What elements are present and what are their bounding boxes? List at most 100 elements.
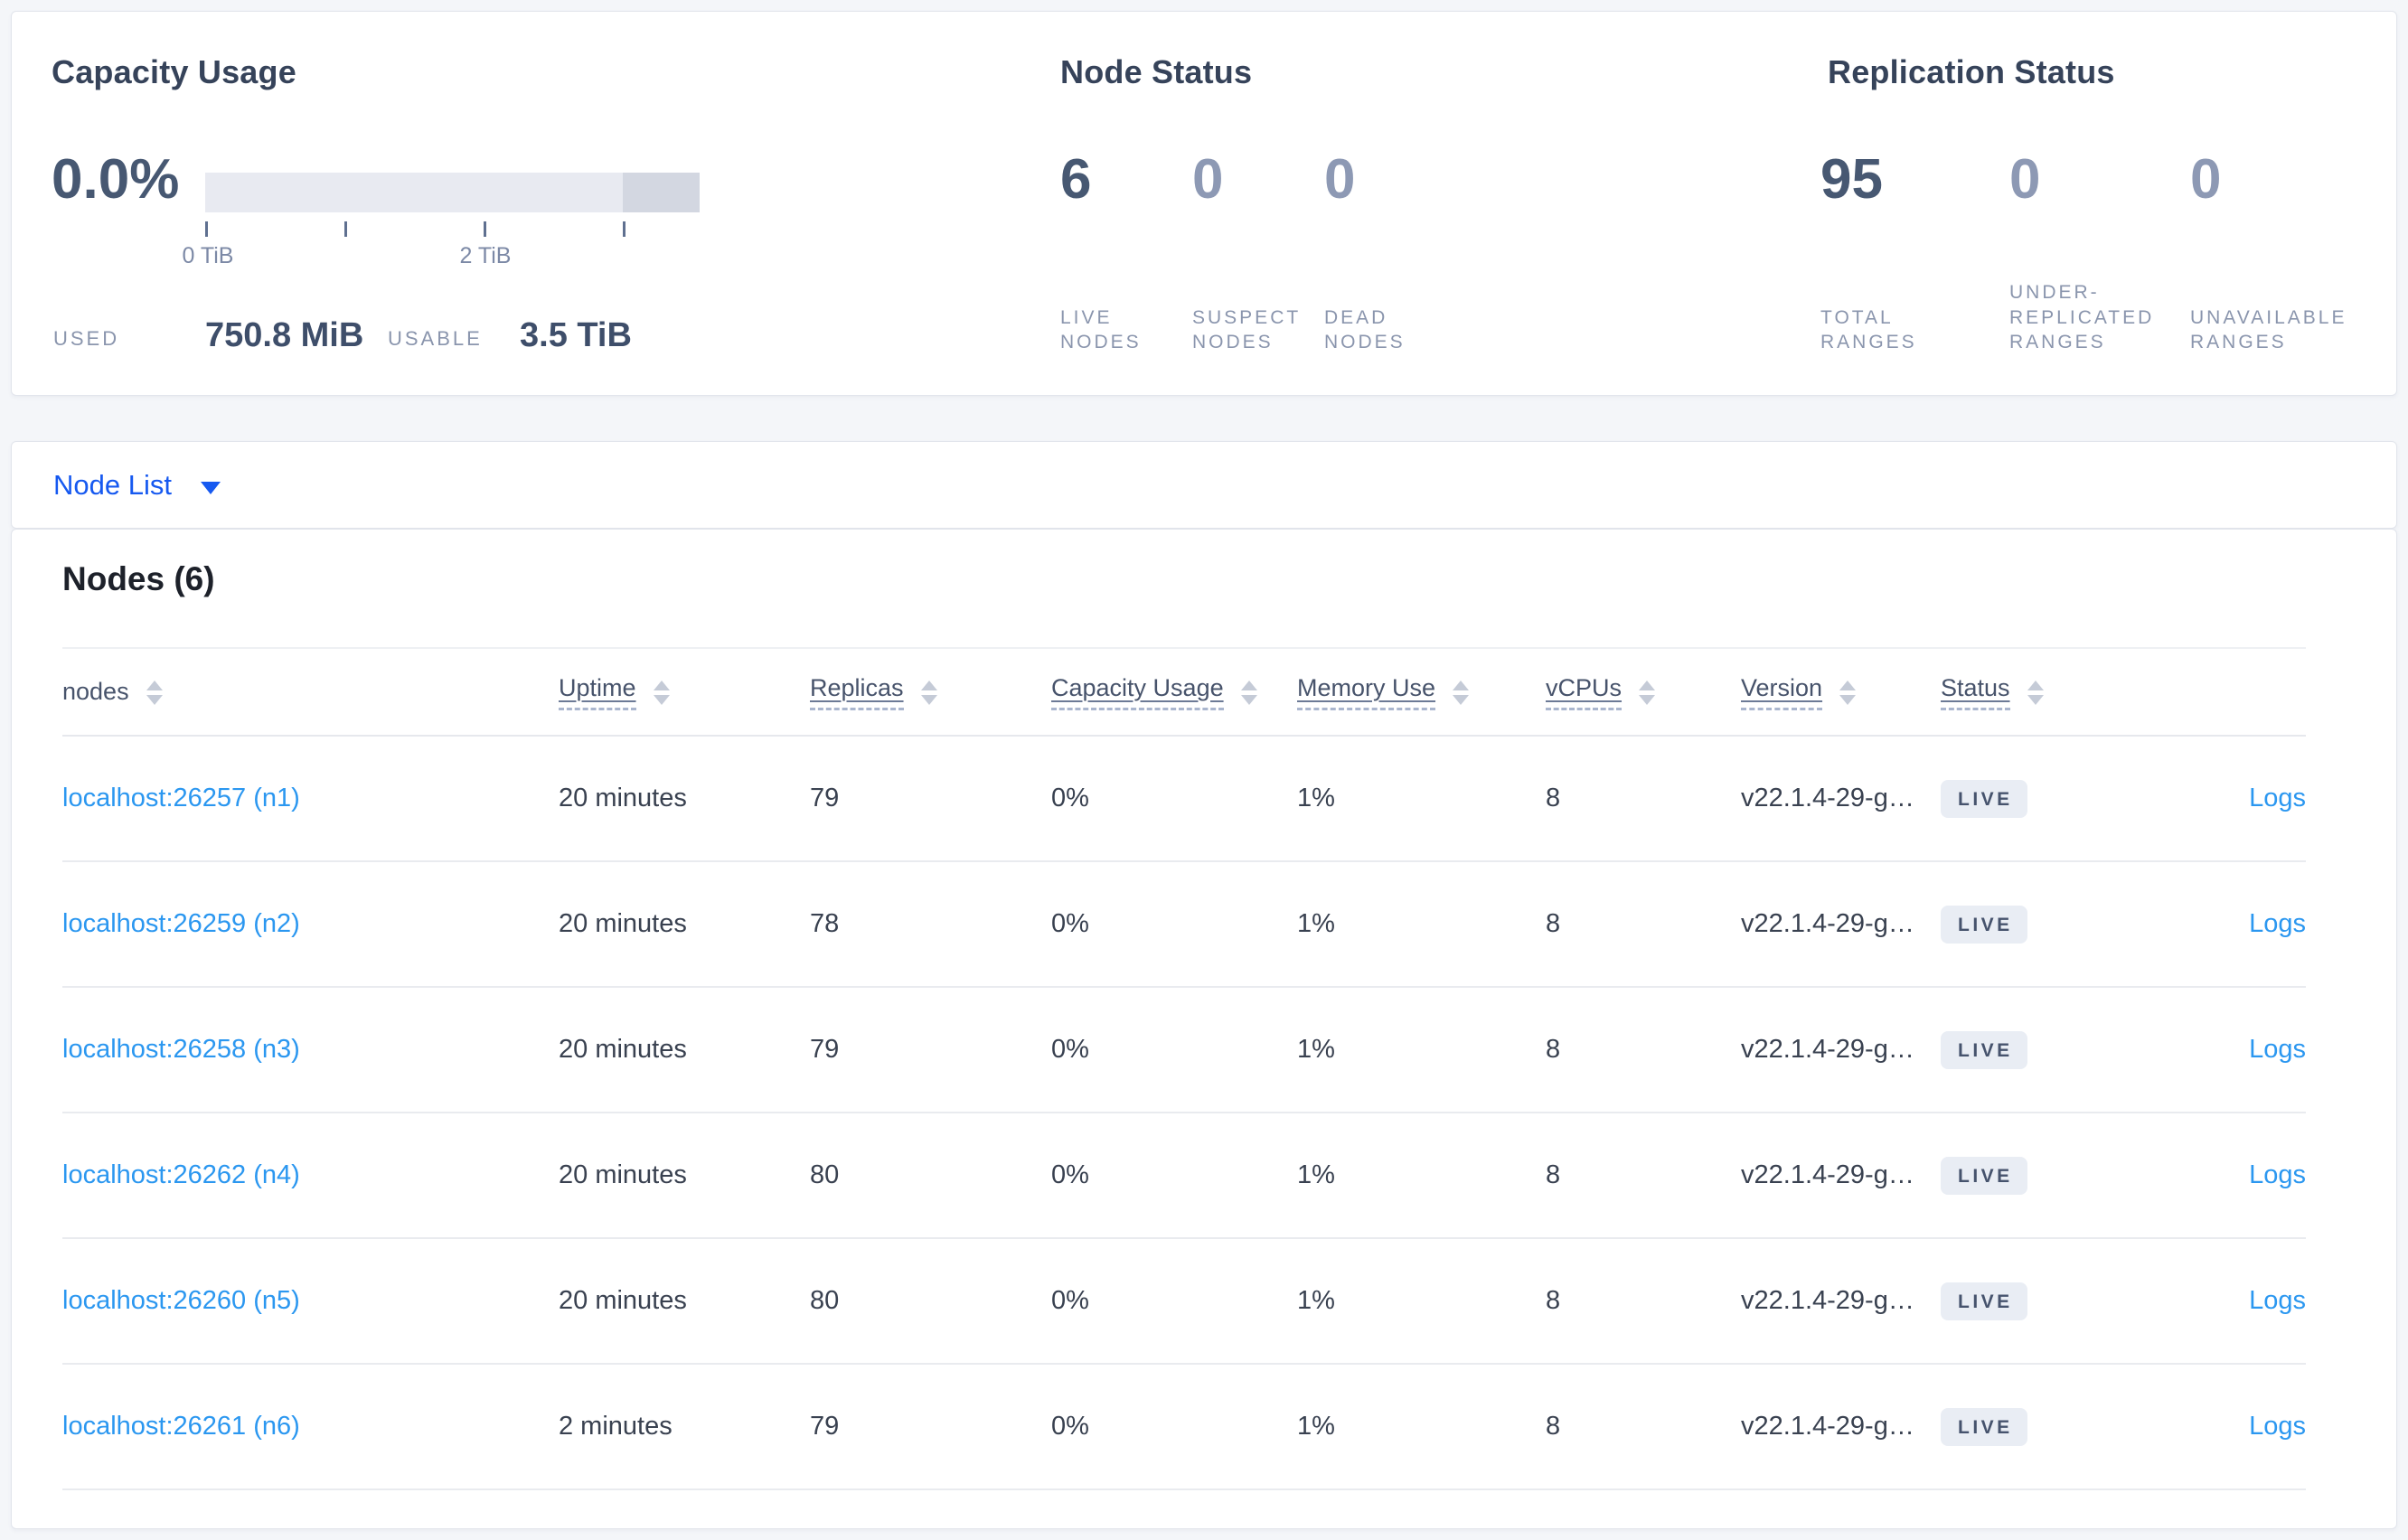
usable-label: USABLE [388, 327, 483, 350]
node-address-link[interactable]: localhost:26259 (n2) [62, 909, 300, 938]
node-address-link[interactable]: localhost:26258 (n3) [62, 1035, 300, 1064]
node-list-dropdown[interactable]: Node List [11, 441, 2397, 529]
memory-use-cell: 1% [1297, 1412, 1335, 1441]
logs-link[interactable]: Logs [2249, 784, 2306, 812]
dead-nodes-stat: 0 DEAD NODES [1324, 12, 1469, 355]
capacity-usage-section: Capacity Usage 0.0% 0 TiB 2 TiB USED 750… [52, 12, 1050, 395]
capacity-bar-tail-segment [623, 173, 700, 212]
vcpus-cell: 8 [1546, 784, 1561, 812]
unavailable-ranges-value: 0 [2190, 148, 2222, 211]
logs-link[interactable]: Logs [2249, 1160, 2306, 1189]
sort-arrows-icon[interactable] [1639, 681, 1656, 705]
axis-tick [623, 221, 626, 237]
node-address-link[interactable]: localhost:26260 (n5) [62, 1286, 300, 1315]
replicas-cell: 79 [810, 1035, 840, 1064]
column-header-status[interactable]: Status [1941, 674, 2094, 710]
table-row: localhost:26260 (n5) 20 minutes 80 0% 1% 8 v22… [62, 1239, 2306, 1365]
column-header-label[interactable]: Status [1941, 674, 2010, 710]
logs-cell: Logs [2094, 1286, 2306, 1316]
uptime-cell: 2 minutes [559, 1412, 673, 1441]
node-list-dropdown-label[interactable]: Node List [53, 469, 172, 502]
logs-link[interactable]: Logs [2249, 1035, 2306, 1064]
column-header-vcpus[interactable]: vCPUs [1546, 674, 1741, 710]
replicas-cell: 78 [810, 909, 840, 938]
sort-arrows-icon[interactable] [653, 681, 670, 705]
status-cell: LIVE [1941, 1282, 2094, 1320]
suspect-nodes-value: 0 [1192, 148, 1224, 211]
logs-link[interactable]: Logs [2249, 1412, 2306, 1441]
logs-cell: Logs [2094, 1035, 2306, 1065]
table-row: localhost:26259 (n2) 20 minutes 78 0% 1% 8 v22… [62, 862, 2306, 988]
status-badge: LIVE [1941, 1156, 2027, 1195]
under-replicated-ranges-value: 0 [2009, 148, 2041, 211]
version-cell: v22.1.4-29-g… [1741, 1160, 1914, 1189]
column-header-label[interactable]: Capacity Usage [1051, 674, 1224, 710]
nodes-table-card: Nodes (6) nodes Uptime Replicas Capacity Us… [11, 529, 2397, 1529]
node-cell: localhost:26261 (n6) [62, 1412, 559, 1441]
live-nodes-stat: 6 LIVE NODES [1060, 12, 1192, 355]
column-header-label[interactable]: Memory Use [1297, 674, 1436, 710]
replicas-cell: 80 [810, 1160, 840, 1189]
status-cell: LIVE [1941, 779, 2094, 818]
status-cell: LIVE [1941, 1030, 2094, 1069]
column-header-label[interactable]: nodes [62, 678, 129, 706]
axis-tick [344, 221, 347, 237]
nodes-table: nodes Uptime Replicas Capacity Usage Memory … [62, 647, 2306, 1490]
total-ranges-stat: 95 TOTAL RANGES [1820, 12, 2009, 355]
status-badge: LIVE [1941, 1282, 2027, 1320]
logs-cell: Logs [2094, 1412, 2306, 1441]
capacity-usage-cell: 0% [1051, 1160, 1089, 1189]
axis-tick-label: 2 TiB [459, 243, 512, 268]
version-cell: v22.1.4-29-g… [1741, 1035, 1914, 1064]
capacity-usage-cell: 0% [1051, 1286, 1089, 1315]
dead-nodes-label: DEAD NODES [1324, 306, 1406, 353]
status-badge: LIVE [1941, 779, 2027, 818]
logs-link[interactable]: Logs [2249, 1286, 2306, 1315]
sort-arrows-icon[interactable] [2027, 681, 2044, 705]
column-header-label[interactable]: vCPUs [1546, 674, 1623, 710]
column-header-label[interactable]: Version [1741, 674, 1823, 710]
sort-arrows-icon[interactable] [920, 681, 937, 705]
memory-use-cell: 1% [1297, 784, 1335, 812]
column-header-uptime[interactable]: Uptime [559, 674, 810, 710]
node-address-link[interactable]: localhost:26262 (n4) [62, 1160, 300, 1189]
node-cell: localhost:26260 (n5) [62, 1286, 559, 1316]
column-header-label[interactable]: Uptime [559, 674, 636, 710]
vcpus-cell: 8 [1546, 1412, 1561, 1441]
capacity-usage-cell: 0% [1051, 1412, 1089, 1441]
node-address-link[interactable]: localhost:26257 (n1) [62, 784, 300, 812]
memory-use-cell: 1% [1297, 1286, 1335, 1315]
live-nodes-label: LIVE NODES [1060, 306, 1142, 353]
capacity-usage-cell: 0% [1051, 784, 1089, 812]
node-address-link[interactable]: localhost:26261 (n6) [62, 1412, 300, 1441]
replication-status-section: Replication Status 95 TOTAL RANGES 0 UND… [1810, 12, 2406, 395]
status-cell: LIVE [1941, 1156, 2094, 1195]
column-header-nodes[interactable]: nodes [62, 678, 559, 706]
column-header-replicas[interactable]: Replicas [810, 674, 1051, 710]
logs-link[interactable]: Logs [2249, 909, 2306, 938]
table-row: localhost:26258 (n3) 20 minutes 79 0% 1% 8 v22… [62, 988, 2306, 1113]
capacity-bar-track [205, 173, 700, 212]
sort-arrows-icon[interactable] [1240, 681, 1257, 705]
vcpus-cell: 8 [1546, 1035, 1561, 1064]
table-row: localhost:26261 (n6) 2 minutes 79 0% 1% 8 v22.… [62, 1365, 2306, 1490]
table-row: localhost:26262 (n4) 20 minutes 80 0% 1% 8 v22… [62, 1113, 2306, 1239]
unavailable-ranges-label: UNAVAILABLE RANGES [2190, 306, 2347, 353]
node-status-section: Node Status 6 LIVE NODES 0 SUSPECT NODES… [1049, 12, 1736, 395]
column-header-memory-use[interactable]: Memory Use [1297, 674, 1546, 710]
column-header-capacity-usage[interactable]: Capacity Usage [1051, 674, 1297, 710]
suspect-nodes-stat: 0 SUSPECT NODES [1192, 12, 1324, 355]
sort-arrows-icon[interactable] [146, 681, 163, 705]
sort-arrows-icon[interactable] [1453, 681, 1470, 705]
replicas-cell: 79 [810, 784, 840, 812]
node-cell: localhost:26262 (n4) [62, 1160, 559, 1190]
column-header-version[interactable]: Version [1741, 674, 1941, 710]
memory-use-cell: 1% [1297, 909, 1335, 938]
under-replicated-ranges-label: UNDER- REPLICATED RANGES [2009, 281, 2155, 353]
uptime-cell: 20 minutes [559, 1035, 687, 1064]
axis-tick-label: 0 TiB [182, 243, 234, 268]
column-header-label[interactable]: Replicas [810, 674, 904, 710]
axis-tick [205, 221, 208, 237]
sort-arrows-icon[interactable] [1839, 681, 1857, 705]
used-value: 750.8 MiB [205, 316, 364, 354]
